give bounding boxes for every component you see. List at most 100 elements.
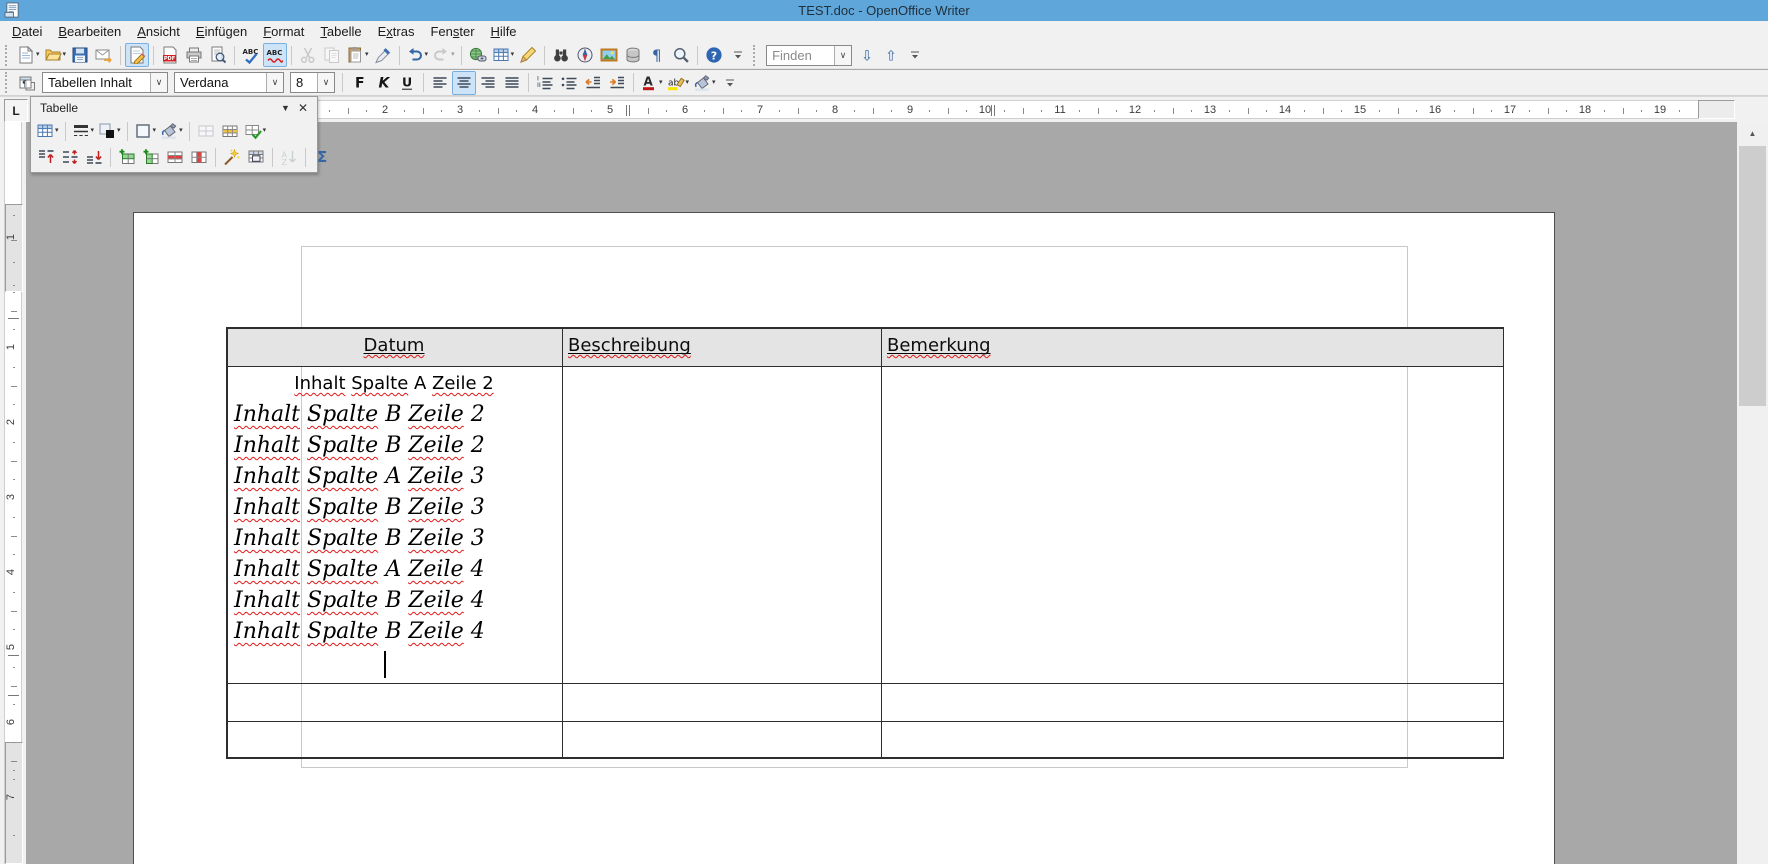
table-header-cell[interactable]: Datum: [226, 335, 562, 356]
menu-datei[interactable]: Datei: [4, 22, 50, 41]
insert-table-button[interactable]: ▾: [490, 43, 517, 67]
scrollbar-up-arrow[interactable]: ▲: [1737, 124, 1768, 142]
spellcheck-button[interactable]: ABC: [239, 43, 263, 67]
styles-window-button[interactable]: ¶: [15, 71, 39, 95]
vertical-ruler-strip[interactable]: 11234567: [4, 122, 22, 864]
toolbar-overflow-button[interactable]: [903, 43, 927, 67]
document-area[interactable]: DatumBeschreibungBemerkungInhalt Spalte …: [26, 122, 1768, 864]
vertical-ruler[interactable]: 11234567: [0, 122, 26, 864]
menu-tabelle[interactable]: Tabelle: [312, 22, 369, 41]
draw-functions-button[interactable]: [516, 43, 540, 67]
bold-button[interactable]: F: [347, 71, 371, 95]
align-right-button[interactable]: [476, 71, 500, 95]
highlighting-button[interactable]: ab▾: [665, 71, 692, 95]
delete-column-button[interactable]: [187, 145, 211, 169]
italic-button[interactable]: K: [371, 71, 395, 95]
find-previous-button[interactable]: ⇧: [879, 43, 903, 67]
find-input-dropdown-button[interactable]: ∨: [834, 46, 851, 65]
table-properties-button[interactable]: [244, 145, 268, 169]
font-size-combo-dropdown-button[interactable]: ∨: [317, 73, 334, 92]
font-name-combo-dropdown-button[interactable]: ∨: [266, 73, 283, 92]
menu-einfgen[interactable]: Einfügen: [188, 22, 255, 41]
font-size-combo[interactable]: 8∨: [290, 72, 335, 93]
find-input[interactable]: Finden∨: [766, 45, 852, 66]
menu-extras[interactable]: Extras: [370, 22, 423, 41]
background-color-button[interactable]: ▾: [158, 119, 185, 143]
dropdown-arrow-icon[interactable]: ▾: [117, 127, 121, 135]
toolbar-grip[interactable]: [5, 45, 10, 66]
zoom-button[interactable]: [669, 43, 693, 67]
table-cell-text-line[interactable]: Inhalt Spalte A Zeile 4: [234, 557, 484, 582]
paste-button[interactable]: ▾: [344, 43, 371, 67]
dropdown-arrow-icon[interactable]: ▾: [451, 51, 455, 59]
insert-row-button[interactable]: [115, 145, 139, 169]
vertical-scrollbar[interactable]: ▲: [1737, 122, 1768, 864]
table-cell-text-line[interactable]: Inhalt Spalte A Zeile 2: [226, 373, 562, 394]
optimize-button[interactable]: ▾: [242, 119, 269, 143]
dropdown-arrow-icon[interactable]: ▾: [55, 127, 59, 135]
align-left-button[interactable]: [428, 71, 452, 95]
dropdown-arrow-icon[interactable]: ▾: [659, 79, 663, 87]
tab-stop-selector[interactable]: L: [4, 99, 28, 122]
gallery-button[interactable]: [597, 43, 621, 67]
borders-button[interactable]: ▾: [132, 119, 159, 143]
table-cell-text-line[interactable]: Inhalt Spalte B Zeile 3: [234, 495, 485, 520]
autoformat-button[interactable]: [220, 145, 244, 169]
valign-top-button[interactable]: [34, 145, 58, 169]
table-header-cell[interactable]: Bemerkung: [887, 335, 1504, 356]
delete-row-button[interactable]: [163, 145, 187, 169]
palette-menu-button[interactable]: ▼: [276, 103, 295, 113]
find-next-button[interactable]: ⇩: [855, 43, 879, 67]
dropdown-arrow-icon[interactable]: ▾: [511, 51, 515, 59]
decrease-indent-button[interactable]: [581, 71, 605, 95]
split-cells-button[interactable]: [218, 119, 242, 143]
document-table[interactable]: DatumBeschreibungBemerkungInhalt Spalte …: [226, 327, 1504, 759]
table-cell-text-line[interactable]: Inhalt Spalte B Zeile 4: [234, 588, 485, 613]
align-justified-button[interactable]: [500, 71, 524, 95]
page-preview-button[interactable]: [206, 43, 230, 67]
dropdown-arrow-icon[interactable]: ▾: [263, 127, 267, 135]
insert-table-button[interactable]: ▾: [34, 119, 61, 143]
new-document-button[interactable]: ▾: [15, 43, 42, 67]
dropdown-arrow-icon[interactable]: ▾: [425, 51, 429, 59]
border-color-button[interactable]: ▾: [96, 119, 123, 143]
menu-format[interactable]: Format: [255, 22, 312, 41]
table-toolbar-palette[interactable]: Tabelle ▼ ✕ ▾▾▾▾▾▾ AZΣ: [30, 96, 318, 173]
palette-title-bar[interactable]: Tabelle ▼ ✕: [31, 97, 317, 118]
hyperlink-button[interactable]: [466, 43, 490, 67]
table-cell-text-line[interactable]: Inhalt Spalte B Zeile 4: [234, 619, 485, 644]
help-button[interactable]: ?: [702, 43, 726, 67]
sum-button[interactable]: Σ: [310, 145, 334, 169]
open-document-button[interactable]: ▾: [42, 43, 69, 67]
font-color-button[interactable]: A▾: [638, 71, 665, 95]
formatting-marks-button[interactable]: ¶: [645, 43, 669, 67]
scrollbar-thumb[interactable]: [1739, 146, 1766, 406]
toolbar-grip[interactable]: [753, 45, 758, 66]
insert-column-button[interactable]: [139, 145, 163, 169]
dropdown-arrow-icon[interactable]: ▾: [686, 79, 690, 87]
toolbar-overflow-button[interactable]: [718, 71, 742, 95]
background-color-button[interactable]: ▾: [691, 71, 718, 95]
dropdown-arrow-icon[interactable]: ▾: [153, 127, 157, 135]
toolbar-grip[interactable]: [5, 72, 10, 93]
format-paintbrush-button[interactable]: [371, 43, 395, 67]
toolbar-overflow-button[interactable]: [726, 43, 750, 67]
font-name-combo[interactable]: Verdana∨: [174, 72, 284, 93]
table-cell-text-line[interactable]: Inhalt Spalte B Zeile 3: [234, 526, 485, 551]
document-page[interactable]: DatumBeschreibungBemerkungInhalt Spalte …: [133, 212, 1555, 864]
dropdown-arrow-icon[interactable]: ▾: [365, 51, 369, 59]
email-document-button[interactable]: [92, 43, 116, 67]
palette-close-button[interactable]: ✕: [295, 101, 311, 115]
data-sources-button[interactable]: [621, 43, 645, 67]
line-style-button[interactable]: ▾: [70, 119, 97, 143]
menu-hilfe[interactable]: Hilfe: [483, 22, 525, 41]
numbered-list-button[interactable]: III: [533, 71, 557, 95]
find-replace-button[interactable]: [549, 43, 573, 67]
underline-button[interactable]: U: [395, 71, 419, 95]
menu-ansicht[interactable]: Ansicht: [129, 22, 188, 41]
save-document-button[interactable]: [68, 43, 92, 67]
align-center-button[interactable]: [452, 71, 476, 95]
print-file-button[interactable]: [182, 43, 206, 67]
dropdown-arrow-icon[interactable]: ▾: [179, 127, 183, 135]
auto-spellcheck-button[interactable]: ABC: [263, 43, 287, 67]
